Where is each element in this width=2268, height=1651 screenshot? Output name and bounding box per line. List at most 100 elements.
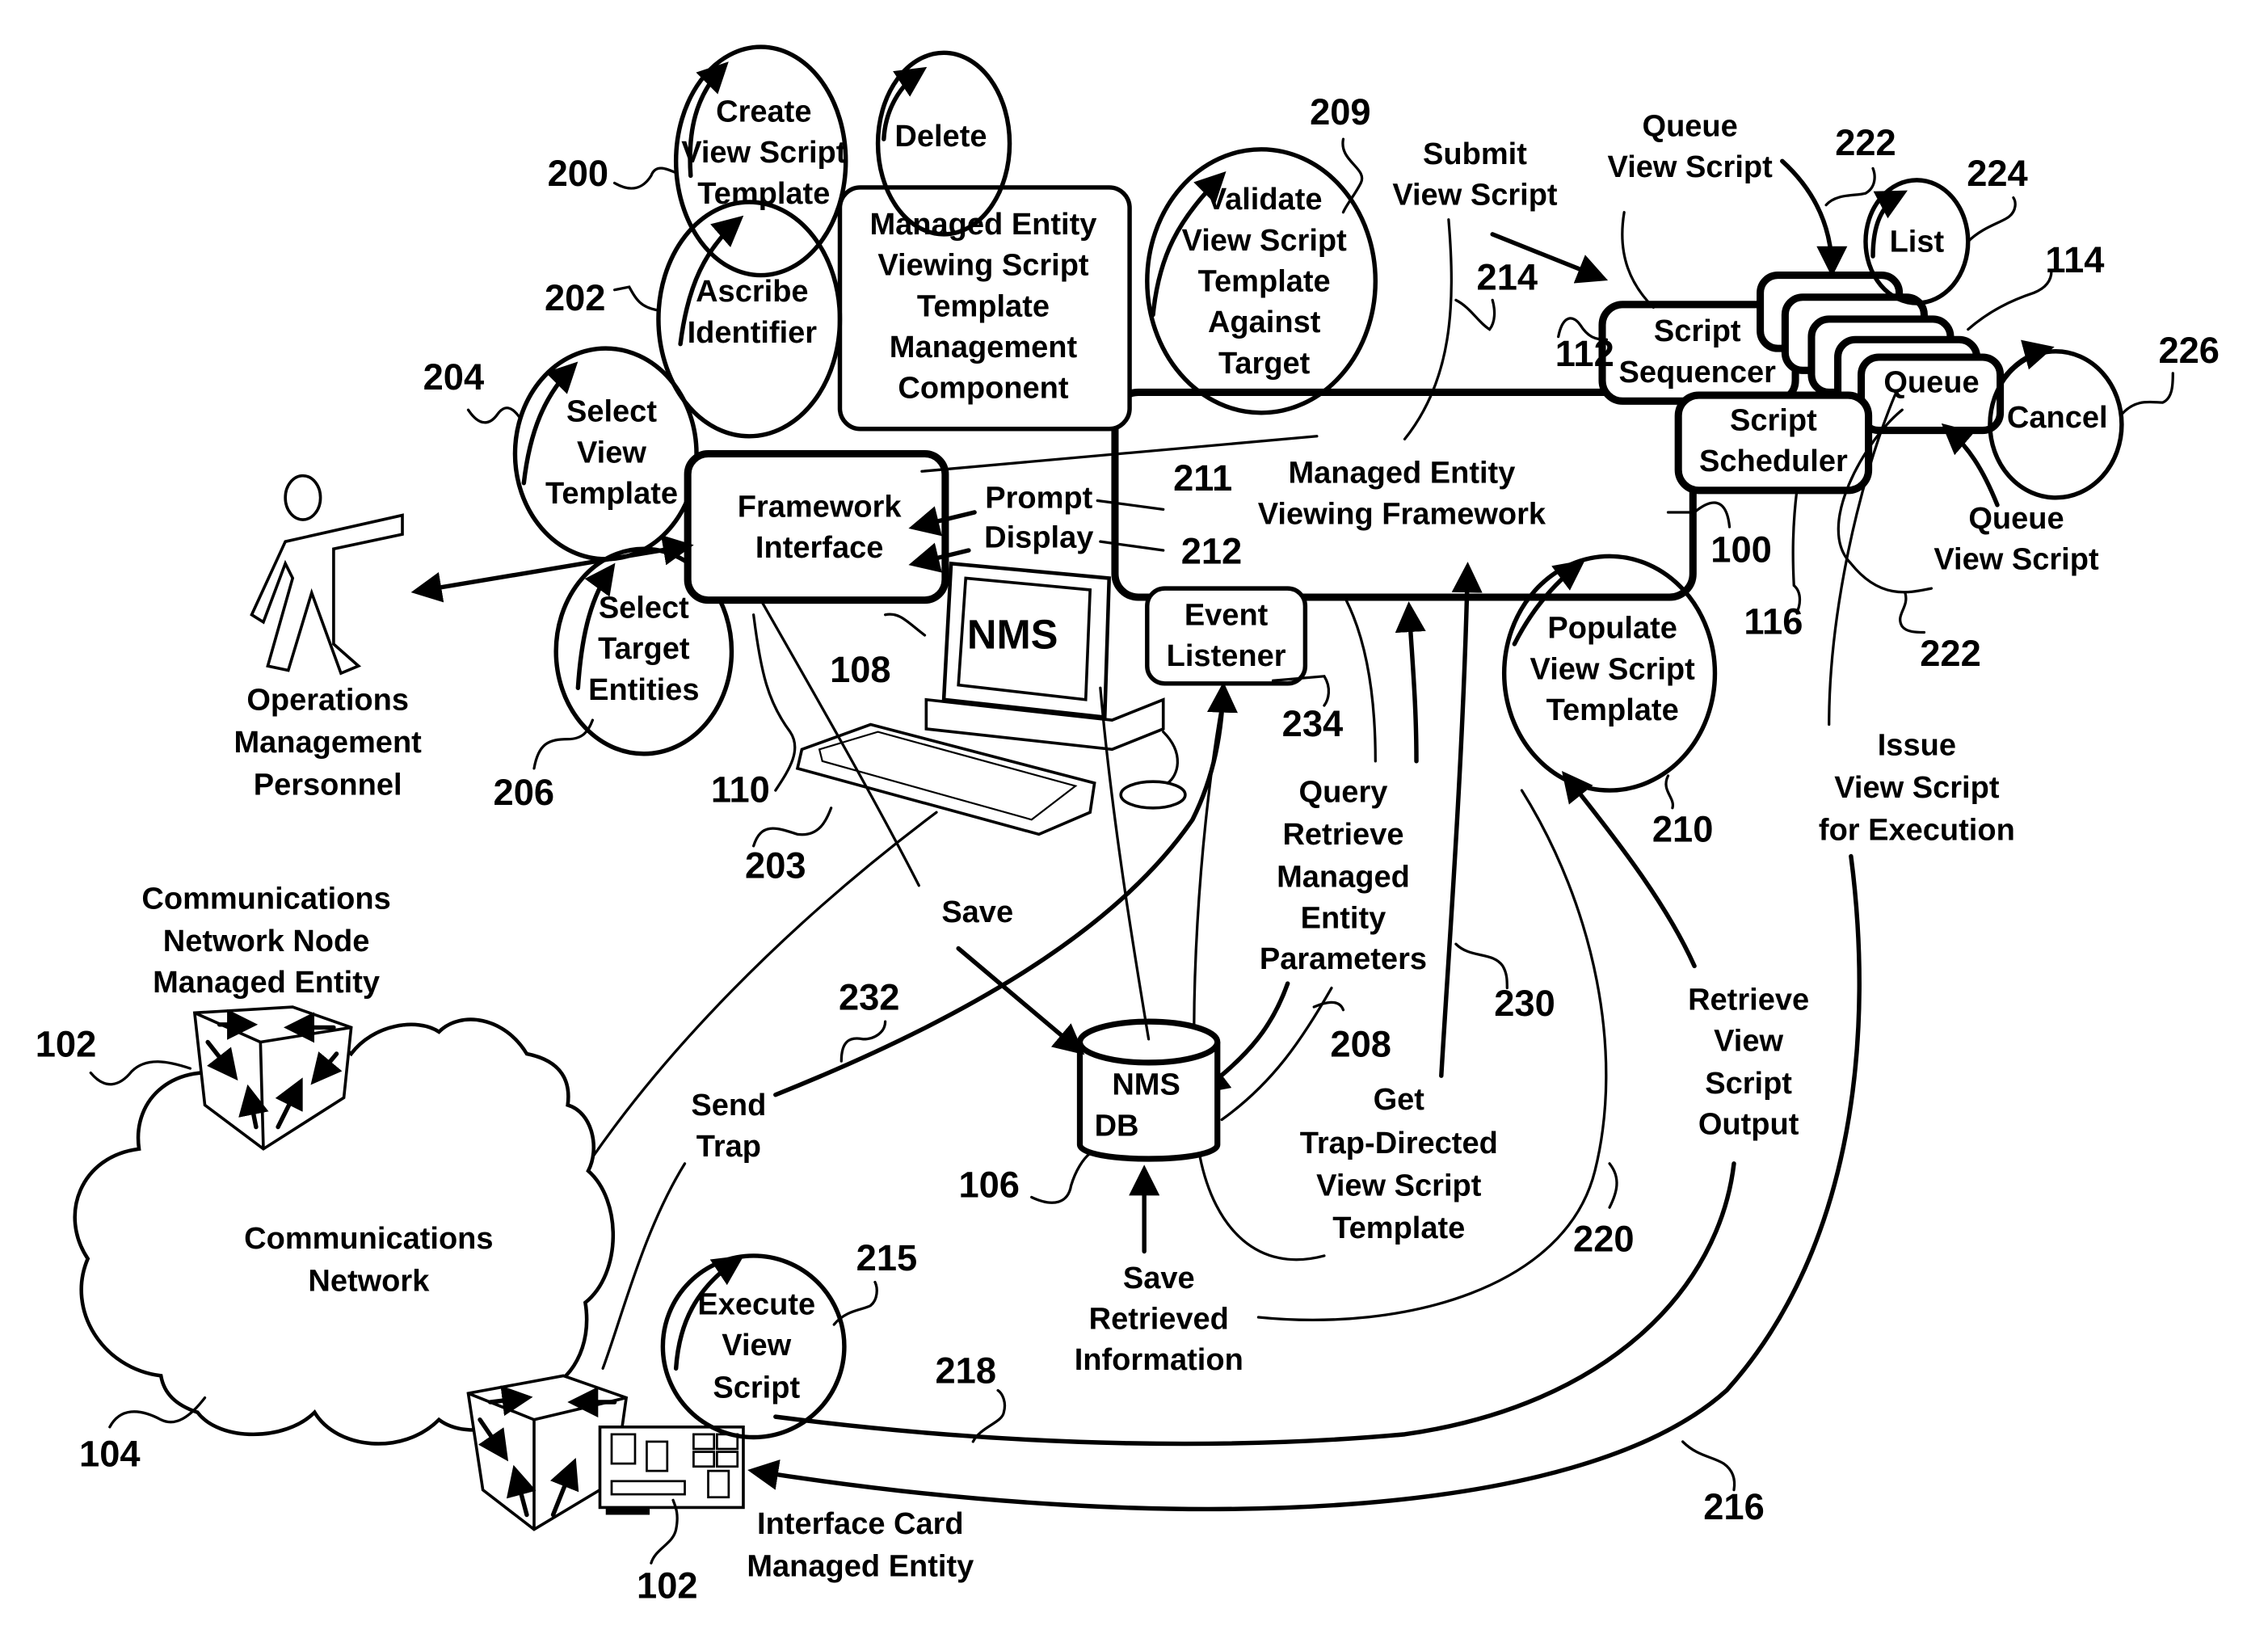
queue-right-flow: Queue View Script 222 xyxy=(1837,408,2099,674)
ref-204: 204 xyxy=(423,356,485,398)
send-trap-line1: Send xyxy=(691,1089,766,1122)
issue-line3: for Execution xyxy=(1819,814,2015,848)
delete-label: Delete xyxy=(894,120,987,154)
ref-106: 106 xyxy=(958,1164,1020,1205)
op-cancel: Cancel 226 xyxy=(1988,330,2220,500)
queue-top-line2: View Script xyxy=(1608,150,1774,184)
fi-line1: Framework xyxy=(738,490,903,524)
retrieve-line2: View xyxy=(1714,1024,1783,1058)
ref-210: 210 xyxy=(1652,808,1714,849)
populate-line1: Populate xyxy=(1547,612,1677,646)
event-listener: Event Listener 234 xyxy=(1145,586,1344,744)
nms-screen-label: NMS xyxy=(967,611,1058,657)
ref-200: 200 xyxy=(548,153,609,194)
submit-line2: View Script xyxy=(1392,179,1558,213)
queue-right-line1: Queue xyxy=(1968,502,2064,536)
tmc-line2: Viewing Script xyxy=(877,249,1089,283)
save-retrieved-line1: Save xyxy=(1123,1261,1195,1295)
template-management-component: Managed Entity Viewing Script Template M… xyxy=(837,185,1132,432)
ref-110: 110 xyxy=(711,769,770,811)
queue-right-line2: View Script xyxy=(1933,543,2099,577)
retrieve-line3: Script xyxy=(1705,1067,1792,1101)
select-view-line2: View xyxy=(577,436,646,470)
tmc-line5: Component xyxy=(898,372,1069,406)
scheduler-line1: Script xyxy=(1730,404,1817,438)
op-create-template: Create View Script Template 200 xyxy=(548,44,848,278)
ascribe-line2: Identifier xyxy=(688,316,818,350)
ref-102-node: 102 xyxy=(36,1024,97,1065)
ref-102-card: 102 xyxy=(637,1565,698,1607)
ref-215: 215 xyxy=(856,1237,918,1278)
computer-icon xyxy=(795,561,1187,836)
event-listener-line1: Event xyxy=(1184,598,1269,632)
ref-203: 203 xyxy=(745,845,806,887)
list-label: List xyxy=(1890,225,1945,259)
ref-230: 230 xyxy=(1494,983,1555,1024)
select-target-line2: Target xyxy=(598,632,690,666)
send-trap-line2: Trap xyxy=(696,1130,761,1164)
scheduler-line2: Scheduler xyxy=(1699,444,1848,478)
nms-database: NMS DB 106 xyxy=(958,1018,1221,1205)
issue-line1: Issue xyxy=(1878,729,1956,763)
card-line2: Managed Entity xyxy=(747,1550,974,1584)
ref-202: 202 xyxy=(545,277,606,318)
ref-220: 220 xyxy=(1573,1218,1635,1259)
ref-100: 100 xyxy=(1710,529,1772,571)
ref-108: 108 xyxy=(830,649,891,690)
retrieve-line4: Output xyxy=(1698,1108,1799,1142)
get-trap-line3: View Script xyxy=(1316,1169,1482,1203)
execute-line1: Execute xyxy=(697,1287,815,1321)
person-icon xyxy=(250,474,404,676)
query-line4: Entity xyxy=(1301,901,1386,935)
save-retrieved-flow: Save Retrieved Information 218 xyxy=(935,1165,1243,1443)
op-select-view-template: Select View Template 204 xyxy=(423,346,699,562)
validate-line3: Template xyxy=(1198,264,1331,298)
validate-line2: View Script xyxy=(1182,224,1348,258)
node-line2: Network Node xyxy=(163,924,370,958)
ref-222-right: 222 xyxy=(1920,633,1981,674)
nms-terminal: NMS 108 xyxy=(795,561,1187,836)
db-line2: DB xyxy=(1095,1109,1139,1143)
ref-234: 234 xyxy=(1282,703,1344,744)
validate-line4: Against xyxy=(1208,305,1321,339)
framework-label-line1: Managed Entity xyxy=(1288,457,1515,491)
validate-line5: Target xyxy=(1218,347,1311,381)
ref-216: 216 xyxy=(1703,1486,1765,1527)
db-line1: NMS xyxy=(1112,1068,1180,1102)
card-line1: Interface Card xyxy=(757,1507,964,1541)
query-line3: Managed xyxy=(1277,861,1410,895)
personnel-line3: Personnel xyxy=(254,768,402,802)
execute-line2: View xyxy=(722,1329,791,1362)
ref-209: 209 xyxy=(1310,91,1371,133)
ref-226: 226 xyxy=(2158,330,2220,371)
select-target-line1: Select xyxy=(599,591,689,625)
op-validate-template: Validate View Script Template Against Ta… xyxy=(1145,91,1378,415)
network-line2: Network xyxy=(308,1264,430,1298)
sequencer-line1: Script xyxy=(1654,314,1741,348)
query-line1: Query xyxy=(1299,776,1388,810)
query-line2: Retrieve xyxy=(1282,818,1403,852)
select-view-line1: Select xyxy=(566,395,657,429)
get-trap-line2: Trap-Directed xyxy=(1300,1127,1498,1160)
create-line1: Create xyxy=(716,95,811,128)
ref-104: 104 xyxy=(79,1434,141,1475)
tmc-line3: Template xyxy=(917,289,1050,323)
queue-label: Queue xyxy=(1883,365,1979,399)
op-execute-script: Execute View Script 215 xyxy=(660,1237,918,1440)
ref-206: 206 xyxy=(494,772,555,813)
get-trap-line4: Template xyxy=(1332,1211,1465,1245)
save-retrieved-line3: Information xyxy=(1075,1343,1243,1377)
interface-card-icon xyxy=(598,1425,745,1515)
node-line1: Communications xyxy=(141,882,390,916)
create-line2: View Script xyxy=(681,136,847,170)
save-label: Save xyxy=(941,895,1013,929)
submit-line1: Submit xyxy=(1423,137,1527,171)
node-line3: Managed Entity xyxy=(153,966,380,1000)
ref-224: 224 xyxy=(1967,153,2028,194)
ref-208: 208 xyxy=(1330,1024,1391,1065)
event-listener-line2: Listener xyxy=(1167,639,1286,673)
validate-line1: Validate xyxy=(1206,183,1323,217)
prompt-label: Prompt xyxy=(985,482,1092,516)
populate-line3: Template xyxy=(1546,693,1679,727)
ref-214: 214 xyxy=(1477,257,1538,298)
